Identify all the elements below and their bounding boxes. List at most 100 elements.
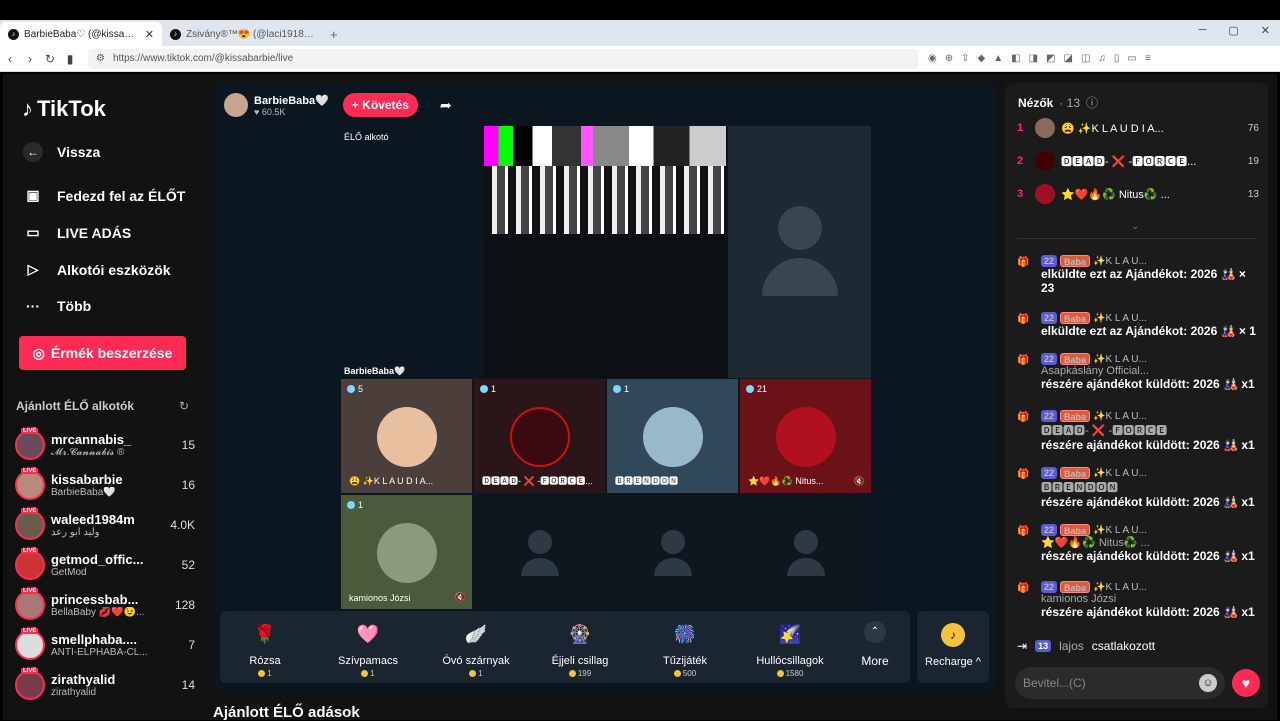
empty-seat[interactable] (740, 495, 871, 609)
extension-icon[interactable]: ◨ (1029, 53, 1038, 64)
sender-name[interactable]: ✨K L A U... (1093, 525, 1147, 536)
host-video[interactable] (484, 126, 728, 378)
tiktok-logo[interactable]: ♪ TikTok (22, 96, 106, 122)
guest-tile[interactable]: 21 ⭐❤️🔥♻️ Nitus... 🔇 (740, 379, 871, 493)
nav-explore-live[interactable]: ▣ Fedezd fel az ÉLŐT (23, 187, 185, 204)
gift-item[interactable]: 🪽 Óvó szárnyak 1 (436, 619, 516, 678)
recipient-name[interactable]: kamionos Józsi (1041, 593, 1262, 605)
guest-tile[interactable]: 5 😩 ✨K L A U D I A... (341, 379, 472, 493)
sender-name[interactable]: ✨K L A U... (1093, 411, 1147, 422)
wallet-icon[interactable]: ▭ (1127, 53, 1136, 64)
url-field[interactable]: ⚙ https://www.tiktok.com/@kissabarbie/li… (88, 48, 918, 69)
extension-icon[interactable]: ◫ (1081, 53, 1090, 64)
empty-seat[interactable] (607, 495, 738, 609)
level-badge: 22 (1041, 312, 1058, 324)
like-heart-button[interactable]: ♥ (1232, 669, 1260, 697)
sender-name[interactable]: ✨K L A U... (1093, 354, 1147, 365)
gift-item[interactable]: 🌠 Hullócsillagok 1580 (750, 619, 830, 678)
recharge-button[interactable]: ♪ Recharge ^ (917, 611, 989, 683)
suggested-creator[interactable]: LIVE princessbab... BellaBaby 💋❤️😉... 128 (15, 587, 195, 623)
gift-item[interactable]: 🎡 Éjjeli csillag 199 (540, 619, 620, 678)
guest-tile[interactable]: 1 kamionos Józsi 🔇 (341, 495, 472, 609)
gift-item[interactable]: 🌹 Rózsa 1 (225, 619, 305, 678)
chat-message: 🎁 22 Baba ✨K L A U... ⭐❤️🔥♻️ Nitus♻️ ... r… (1017, 524, 1262, 563)
recipient-name[interactable]: 🅱🆁🅴🅽🅳🅾🅽 (1041, 479, 1262, 495)
recommended-lives-title: Ajánlott ÉLŐ adások (213, 704, 360, 721)
recipient-name[interactable]: ⭐❤️🔥♻️ Nitus♻️ ... (1041, 536, 1262, 549)
more-gifts-button[interactable]: ⌃ More (860, 621, 890, 668)
joined-user[interactable]: lajos (1059, 639, 1084, 653)
diamond-icon (613, 385, 621, 393)
nav-creator-tools[interactable]: ▷ Alkotói eszközök (23, 261, 171, 278)
viewer-count: 14 (181, 678, 195, 692)
recipient-name[interactable]: 🅳🅴🅰🅳- ❌ -🅵🅾🆁🅲🅴 (1041, 422, 1262, 438)
nav-back[interactable]: ← Vissza (23, 142, 100, 162)
rewards-icon[interactable]: ▲ (993, 53, 1003, 64)
close-tab-icon[interactable]: ✕ (145, 28, 154, 41)
browser-tab-active[interactable]: ♪ BarbieBaba♡ (@kissabarbie ✕ (0, 22, 162, 46)
extension-icon[interactable]: ◩ (1046, 53, 1055, 64)
follow-button[interactable]: + Követés (342, 93, 418, 117)
top-viewer-row[interactable]: 1 😩 ✨K L A U D I A... 76 (1017, 117, 1259, 139)
refresh-icon[interactable]: ↻ (179, 399, 189, 413)
suggested-creator[interactable]: LIVE zirathyalid zirathyalid 14 (15, 667, 195, 703)
brave-shield-icon[interactable]: ◆ (978, 53, 986, 64)
suggested-creator[interactable]: LIVE smellphaba.... ANTI-ELPHABA-CL... 7 (15, 627, 195, 663)
close-window-icon[interactable]: ✕ (1261, 24, 1270, 37)
guest-count: 21 (757, 384, 768, 394)
top-viewer-row[interactable]: 2 🅳🅴🅰🅳- ❌ -🅵🅾🆁🅲🅴... 19 (1017, 150, 1259, 172)
host-info: BarbieBaba🤍 ♥ 60.5K + Követés ➦ (224, 93, 452, 117)
zoom-icon[interactable]: ⊕ (945, 53, 953, 64)
recipient-name[interactable]: Asapkáslány Official... (1041, 365, 1262, 377)
extension-icon[interactable]: ◪ (1063, 53, 1072, 64)
avatar[interactable] (224, 93, 248, 117)
guest-tile[interactable]: 1 🅳🅴🅰🅳- ❌ -🅵🅾🆁🅲🅴... (474, 379, 605, 493)
minimize-icon[interactable]: ─ (1199, 24, 1207, 37)
forward-icon[interactable]: › (20, 52, 40, 66)
tiktok-favicon-icon: ♪ (170, 28, 181, 40)
message-text: elküldte ezt az Ajándékot: 2026 🎎 × 1 (1041, 324, 1256, 338)
gift-price: 500 (682, 669, 697, 678)
join-notice: ⇥ 13 lajos csatlakozott (1017, 639, 1155, 653)
sender-name[interactable]: ✨K L A U... (1093, 582, 1147, 593)
sidebar-icon[interactable]: ▯ (1114, 53, 1120, 64)
creator-name: princessbab... (51, 592, 139, 607)
suggested-creator[interactable]: LIVE getmod_offic... GetMod 52 (15, 547, 195, 583)
back-icon[interactable]: ‹ (0, 52, 20, 66)
sender-name[interactable]: ✨K L A U... (1093, 256, 1147, 267)
share-icon[interactable]: ➦ (440, 97, 452, 114)
gift-item[interactable]: 🩷 Szívpamacs 1 (328, 619, 408, 678)
music-icon[interactable]: ♫ (1098, 53, 1106, 64)
share-icon[interactable]: ⇪ (961, 53, 969, 64)
help-icon[interactable]: ⓘ (1086, 94, 1098, 111)
emoji-icon[interactable]: ☺ (1199, 674, 1217, 692)
sender-name[interactable]: ✨K L A U... (1093, 313, 1147, 324)
chevron-down-icon[interactable]: ⌄ (1131, 221, 1139, 232)
host-name[interactable]: BarbieBaba🤍 (254, 94, 329, 107)
suggested-creator[interactable]: LIVE kissabarbie BarbieBaba🤍 16 (15, 467, 195, 503)
guest-tile[interactable]: 1 🅱🆁🅴🅽🅳🅾🅽 (607, 379, 738, 493)
maximize-icon[interactable]: ▢ (1228, 24, 1238, 37)
suggested-creators-title: Ajánlott ÉLŐ alkotók (16, 399, 135, 413)
reload-icon[interactable]: ↻ (40, 52, 60, 66)
empty-seat[interactable] (474, 495, 605, 609)
viewers-header[interactable]: Nézők · 13 ⓘ (1018, 94, 1098, 111)
gift-name: Szívpamacs (338, 655, 398, 667)
suggested-creator[interactable]: LIVE mrcannabis_ 𝓜𝓻.𝓒𝓪𝓷𝓷𝓪𝓫𝓲𝓼 ® 15 (15, 427, 195, 463)
bookmark-icon[interactable]: ▮ (60, 52, 80, 66)
extension-icon[interactable]: ◧ (1011, 53, 1020, 64)
nav-more[interactable]: ··· Több (23, 298, 91, 314)
gift-item[interactable]: 🎆 Tűzijáték 500 (645, 619, 725, 678)
extension-icon[interactable]: ◉ (928, 53, 937, 64)
new-tab-button[interactable]: + (324, 22, 344, 46)
menu-icon[interactable]: ≡ (1145, 53, 1151, 64)
browser-tab-inactive[interactable]: ♪ Zsivány®™😍 (@laci1918) ÉLŐ adás (162, 22, 324, 46)
suggested-creator[interactable]: LIVE waleed1984m وليد ابو رعد 4.0K (15, 507, 195, 543)
gift-price: 1 (370, 669, 375, 678)
top-viewer-row[interactable]: 3 ⭐❤️🔥♻️ Nitus♻️ ... 13 (1017, 183, 1259, 205)
nav-live-studio[interactable]: ▭ LIVE ADÁS (23, 224, 131, 241)
get-coins-button[interactable]: ◎ Érmék beszerzése (19, 336, 186, 370)
chat-input[interactable]: Bevitel...(C) ☺ (1015, 667, 1225, 699)
sender-name[interactable]: ✨K L A U... (1093, 468, 1147, 479)
site-settings-icon[interactable]: ⚙ (96, 53, 105, 64)
